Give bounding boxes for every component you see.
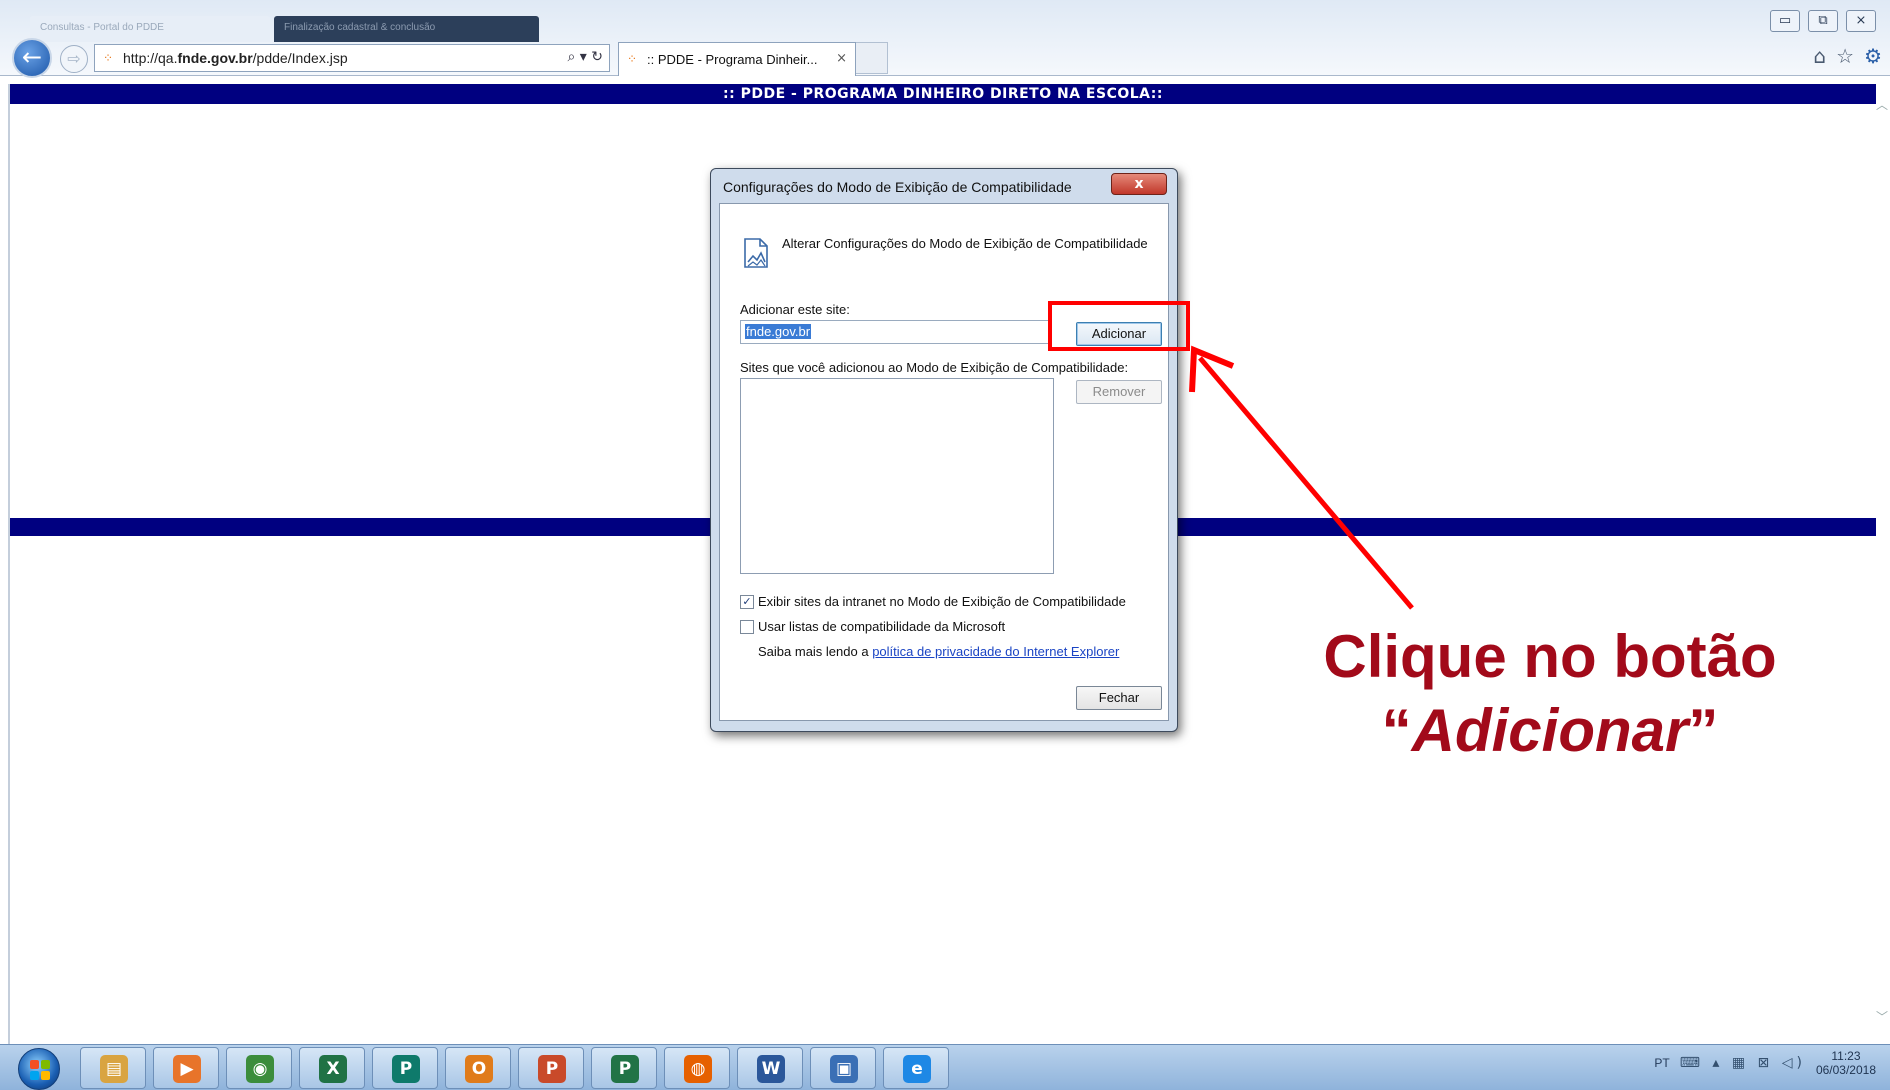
add-site-input[interactable]: fnde.gov.br [740, 320, 1050, 344]
taskbar-app-button[interactable]: P [591, 1047, 657, 1089]
excel-icon: X [319, 1055, 347, 1083]
word-icon: W [757, 1055, 785, 1083]
taskbar-app-button[interactable]: X [299, 1047, 365, 1089]
gear-icon[interactable]: ⚙ [1864, 44, 1882, 68]
compatibility-page-icon [744, 238, 768, 268]
scroll-down-icon[interactable]: ﹀ [1876, 1008, 1888, 1025]
taskbar-app-button[interactable]: ◍ [664, 1047, 730, 1089]
scroll-up-icon[interactable]: ︿ [1876, 96, 1888, 113]
dialog-heading: Alterar Configurações do Modo de Exibiçã… [782, 236, 1148, 251]
taskbar-app-button[interactable]: ◉ [226, 1047, 292, 1089]
taskbar-app-button[interactable]: e [883, 1047, 949, 1089]
instruction-callout: Clique no botão “Adicionar” [1300, 620, 1800, 768]
remove-button[interactable]: Remover [1076, 380, 1162, 404]
dialog-body: Alterar Configurações do Modo de Exibiçã… [719, 203, 1169, 721]
address-host: fnde.gov.br [177, 50, 253, 66]
page-left-border [8, 84, 10, 1044]
chrome-icon: ◉ [246, 1055, 274, 1083]
restore-icon[interactable]: ⧉ [1808, 10, 1838, 32]
highlight-box [1048, 301, 1190, 351]
background-tab[interactable]: Finalização cadastral & conclusão [274, 16, 539, 42]
added-sites-list[interactable] [740, 378, 1054, 574]
clock[interactable]: 11:23 06/03/2018 [1816, 1049, 1876, 1077]
page-scrollbar[interactable] [1876, 84, 1890, 1044]
taskbar-app-button[interactable]: P [518, 1047, 584, 1089]
search-refresh-icons[interactable]: ⌕ ▾ ↻ [568, 49, 604, 65]
firefox-icon: ◍ [684, 1055, 712, 1083]
language-indicator[interactable]: PT [1654, 1056, 1669, 1070]
added-sites-label: Sites que você adicionou ao Modo de Exib… [740, 360, 1129, 375]
callout-open-quote: “ [1381, 697, 1412, 764]
project-icon: P [611, 1055, 639, 1083]
taskbar-app-button[interactable]: ▶ [153, 1047, 219, 1089]
back-button[interactable]: ← [12, 38, 52, 78]
taskbar-apps: ▤ ▶ ◉ X P O P P ◍ W ▣ e [80, 1047, 949, 1089]
privacy-prefix: Saiba mais lendo a [758, 644, 873, 659]
taskbar-app-button[interactable]: ▤ [80, 1047, 146, 1089]
microsoft-lists-checkbox-row[interactable]: Usar listas de compatibilidade da Micros… [740, 619, 1005, 634]
page-banner: :: PDDE - PROGRAMA DINHEIRO DIRETO NA ES… [10, 84, 1876, 104]
address-bar[interactable]: ⁘ http://qa.fnde.gov.br/pdde/Index.jsp ⌕… [94, 44, 610, 72]
site-favicon-icon: ⁘ [103, 51, 114, 65]
tab-close-icon[interactable]: × [836, 51, 847, 66]
tray-icons[interactable]: ⌨ ▴ ▦ ⊠ ◁) [1680, 1055, 1806, 1071]
compatibility-view-dialog: Configurações do Modo de Exibição de Com… [710, 168, 1178, 732]
callout-line-1: Clique no botão [1323, 623, 1777, 690]
browser-toolbar-icons: ⌂ ☆ ⚙ [1813, 44, 1882, 68]
publisher-icon: P [392, 1055, 420, 1083]
tab-favicon-icon: ⁘ [627, 52, 638, 66]
browser-chrome: Consultas - Portal do PDDE Finalização c… [0, 0, 1890, 78]
taskbar-app-button[interactable]: ▣ [810, 1047, 876, 1089]
address-prefix: http://qa. [123, 50, 178, 66]
explorer-icon: ▤ [100, 1055, 128, 1083]
callout-keyword: Adicionar [1411, 697, 1689, 764]
outlook-icon: O [465, 1055, 493, 1083]
intranet-checkbox-row[interactable]: ✓ Exibir sites da intranet no Modo de Ex… [740, 594, 1126, 609]
remote-desktop-icon: ▣ [830, 1055, 858, 1083]
system-tray: PT ⌨ ▴ ▦ ⊠ ◁) 11:23 06/03/2018 [1654, 1049, 1876, 1077]
forward-button[interactable]: ⇨ [60, 45, 88, 73]
home-icon[interactable]: ⌂ [1813, 44, 1826, 68]
callout-line-2: “Adicionar” [1300, 694, 1800, 768]
start-button[interactable] [18, 1048, 60, 1090]
powerpoint-icon: P [538, 1055, 566, 1083]
add-site-value: fnde.gov.br [745, 324, 812, 339]
dialog-close-button[interactable]: x [1111, 173, 1167, 195]
tab-title: :: PDDE - Programa Dinheir... [647, 52, 818, 67]
new-tab-button[interactable] [856, 42, 888, 74]
background-window-tabs: Consultas - Portal do PDDE Finalização c… [30, 16, 539, 42]
clock-time: 11:23 [1831, 1049, 1861, 1063]
windows-logo-icon [30, 1060, 50, 1080]
add-site-label: Adicionar este site: [740, 302, 850, 317]
address-path: /pdde/Index.jsp [252, 50, 348, 66]
tab-pdde[interactable]: ⁘ :: PDDE - Programa Dinheir... × [618, 42, 856, 76]
minimize-icon[interactable]: ▭ [1770, 10, 1800, 32]
screen: Consultas - Portal do PDDE Finalização c… [0, 0, 1890, 1090]
internet-explorer-icon: e [903, 1055, 931, 1083]
microsoft-lists-checkbox[interactable] [740, 619, 754, 634]
taskbar-app-button[interactable]: O [445, 1047, 511, 1089]
intranet-checkbox[interactable]: ✓ [740, 594, 754, 609]
media-player-icon: ▶ [173, 1055, 201, 1083]
close-button[interactable]: Fechar [1076, 686, 1162, 710]
taskbar-app-button[interactable]: P [372, 1047, 438, 1089]
intranet-checkbox-label: Exibir sites da intranet no Modo de Exib… [758, 594, 1126, 609]
taskbar-app-button[interactable]: W [737, 1047, 803, 1089]
microsoft-lists-checkbox-label: Usar listas de compatibilidade da Micros… [758, 619, 1006, 634]
close-window-icon[interactable]: ⨯ [1846, 10, 1876, 32]
favorites-icon[interactable]: ☆ [1836, 44, 1854, 68]
clock-date: 06/03/2018 [1815, 1063, 1876, 1077]
window-controls: ▭ ⧉ ⨯ [1770, 10, 1876, 32]
privacy-link[interactable]: política de privacidade do Internet Expl… [872, 644, 1119, 659]
background-tab[interactable]: Consultas - Portal do PDDE [30, 16, 270, 42]
callout-close-quote: ” [1688, 697, 1719, 764]
dialog-title: Configurações do Modo de Exibição de Com… [723, 179, 1072, 195]
taskbar: ▤ ▶ ◉ X P O P P ◍ W ▣ e PT ⌨ ▴ ▦ ⊠ ◁) 11:23 06/03/2… [0, 1044, 1890, 1090]
privacy-text: Saiba mais lendo a política de privacida… [758, 644, 1119, 659]
